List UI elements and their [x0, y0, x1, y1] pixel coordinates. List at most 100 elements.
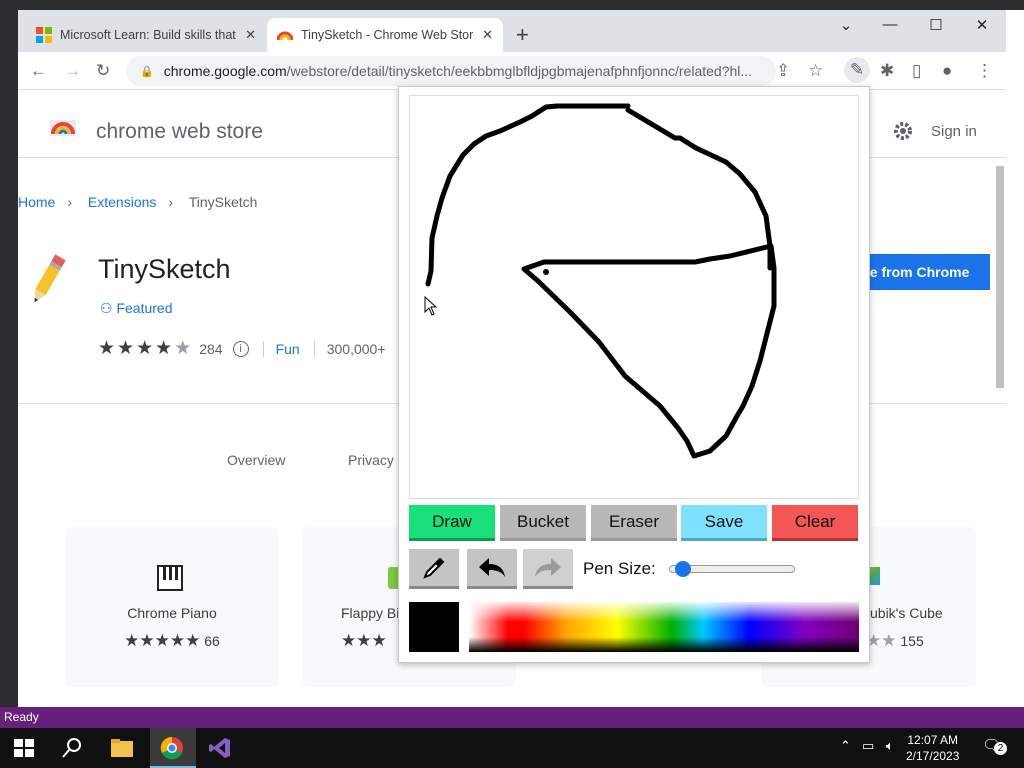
settings-gear-icon[interactable] [892, 120, 914, 142]
chevron-up-icon[interactable]: ⌃ [840, 738, 851, 754]
clear-button[interactable]: Clear [772, 505, 858, 541]
card-rating-count: 66 [204, 633, 220, 649]
store-logo-icon [50, 120, 76, 136]
address-bar[interactable]: 🔒 chrome.google.com/webstore/detail/tiny… [126, 56, 776, 86]
tab-overview[interactable]: Overview [227, 452, 285, 468]
maximize-button[interactable]: ☐ [916, 16, 956, 34]
user-count: 300,000+ [313, 340, 386, 357]
reload-icon[interactable]: ↻ [96, 61, 110, 81]
color-palette[interactable] [469, 602, 859, 652]
chrome-icon[interactable] [160, 736, 184, 760]
pen-size-label: Pen Size: [583, 559, 656, 578]
card-name: Chrome Piano [127, 605, 217, 621]
pencil-logo-icon [34, 254, 66, 303]
bookmark-star-icon[interactable]: ☆ [808, 61, 823, 81]
extensions-puzzle-icon[interactable]: ✱ [880, 61, 894, 81]
store-brand[interactable]: chrome web store [96, 120, 263, 144]
mouse-cursor-icon [424, 296, 438, 316]
status-text: Ready [4, 710, 39, 724]
star-icon: ★ [98, 338, 116, 359]
tab-title: TinySketch - Chrome Web Store [301, 28, 475, 42]
featured-badge[interactable]: ⚇ Featured [100, 300, 173, 317]
ribbon-icon: ⚇ [100, 300, 113, 316]
desktop-left-strip [0, 0, 18, 710]
forward-icon[interactable]: → [64, 61, 81, 81]
undo-icon [479, 557, 505, 577]
notification-center-icon[interactable]: 🗨︎ 2 [982, 736, 1008, 758]
back-icon[interactable]: ← [30, 61, 47, 81]
breadcrumb-extensions[interactable]: Extensions [88, 194, 156, 210]
search-icon[interactable] [60, 736, 84, 760]
network-icon[interactable]: ▭ [862, 738, 874, 754]
browser-toolbar: ← → ↻ 🔒 chrome.google.com/webstore/detai… [18, 52, 1006, 90]
taskbar-clock[interactable]: 12:07 AM 2/17/2023 [906, 732, 959, 764]
sketch-strokes [425, 103, 777, 459]
url-host: chrome.google.com [163, 63, 287, 79]
rating-row: ★ ★ ★ ★ ★ 284 i Fun 300,000+ [98, 337, 386, 360]
app-name: TinySketch [98, 254, 231, 284]
desktop-top-strip [0, 0, 1024, 10]
windows-start-icon[interactable] [12, 736, 36, 760]
featured-label: Featured [116, 300, 173, 316]
file-explorer-icon[interactable] [110, 736, 134, 760]
draw-button[interactable]: Draw [409, 505, 495, 541]
card-rating-count: 155 [900, 633, 924, 649]
minimize-button[interactable]: — [870, 16, 910, 33]
url-path: /webstore/detail/tinysketch/eekbbmglbfld… [286, 63, 753, 79]
close-icon[interactable]: ✕ [245, 27, 256, 43]
related-card-chrome-piano[interactable]: Chrome Piano ★★★★★ 66 [65, 527, 279, 687]
tinysketch-pencil-icon[interactable]: ✎ [844, 57, 870, 83]
tab-privacy[interactable]: Privacy [348, 452, 394, 468]
tab-tinysketch[interactable]: TinySketch - Chrome Web Store ✕ [267, 18, 503, 52]
microsoft-logo-icon [36, 27, 52, 43]
star-icon: ★ [117, 338, 135, 359]
star-empty-icon: ★ [174, 338, 192, 359]
undo-button[interactable] [467, 549, 517, 589]
save-button[interactable]: Save [681, 505, 767, 541]
tab-strip: Microsoft Learn: Build skills that o ✕ T… [18, 10, 1006, 52]
piano-icon [157, 565, 183, 591]
info-icon[interactable]: i [232, 340, 249, 357]
star-icon: ★ [136, 338, 154, 359]
eyedropper-icon [423, 557, 445, 579]
redo-button[interactable] [523, 549, 573, 589]
current-color-swatch[interactable] [409, 602, 459, 652]
notification-count: 2 [994, 742, 1007, 755]
close-icon[interactable]: ✕ [482, 27, 493, 43]
visual-studio-icon[interactable] [208, 736, 232, 760]
vertical-scrollbar[interactable] [996, 166, 1004, 388]
side-panel-icon[interactable]: ▯ [912, 61, 921, 81]
breadcrumb: Home › Extensions › TinySketch [18, 194, 269, 210]
rainbow-icon [277, 31, 293, 41]
share-icon[interactable]: ⇪ [776, 61, 790, 81]
tab-search-icon[interactable]: ⌄ [826, 16, 866, 34]
category-link[interactable]: Fun [262, 340, 300, 357]
volume-icon[interactable]: 🔈︎ [886, 738, 894, 754]
pen-size-slider[interactable] [669, 561, 795, 577]
eyedropper-button[interactable] [409, 549, 459, 589]
remove-from-chrome-button[interactable]: ve from Chrome [850, 254, 990, 290]
breadcrumb-home[interactable]: Home [18, 194, 55, 210]
sign-in-link[interactable]: Sign in [931, 123, 977, 140]
eraser-button[interactable]: Eraser [591, 505, 677, 541]
drawing-canvas[interactable] [409, 95, 859, 499]
new-tab-button[interactable]: + [516, 22, 529, 48]
breadcrumb-current: TinySketch [188, 194, 258, 210]
tab-microsoft-learn[interactable]: Microsoft Learn: Build skills that o ✕ [26, 18, 266, 52]
rating-count[interactable]: 284 [199, 341, 222, 357]
close-window-button[interactable]: ✕ [962, 16, 1002, 34]
star-icon: ★ [155, 338, 173, 359]
card-rating: ★★★★★ 66 [124, 631, 220, 650]
clock-date: 2/17/2023 [906, 749, 960, 763]
chevron-right-icon: › [67, 194, 73, 210]
lock-icon: 🔒 [140, 65, 154, 78]
ide-status-bar: Ready [0, 707, 1024, 728]
bucket-button[interactable]: Bucket [500, 505, 586, 541]
chevron-right-icon: › [168, 194, 174, 210]
clock-time: 12:07 AM [907, 733, 959, 747]
taskbar: ⌃ ▭ 🔈︎ 12:07 AM 2/17/2023 🗨︎ 2 [0, 728, 1024, 768]
tinysketch-popup: Draw Bucket Eraser Save Clear Pen Size: [398, 86, 870, 663]
profile-avatar-icon[interactable]: ● [942, 61, 952, 81]
slider-handle[interactable] [675, 561, 692, 577]
menu-kebab-icon[interactable]: ⋮ [976, 61, 993, 81]
